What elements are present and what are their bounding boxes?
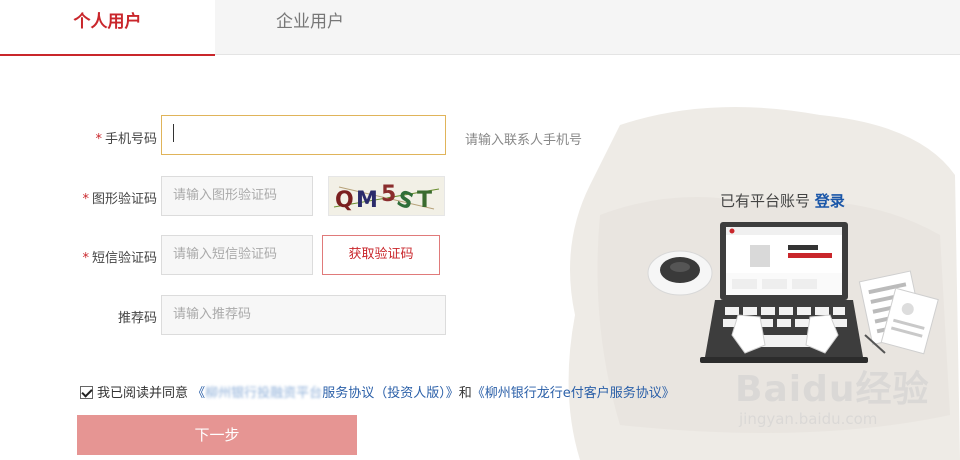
longxing-epay-agreement-link[interactable]: 《柳州银行龙行e付客户服务协议》 xyxy=(472,386,675,401)
login-link[interactable]: 登录 xyxy=(815,192,845,210)
sms-placeholder: 请输入短信验证码 xyxy=(173,247,278,262)
phone-label-text: 手机号码 xyxy=(104,132,157,147)
login-prompt: 已有平台账号 登录 xyxy=(720,190,845,211)
required-mark: * xyxy=(95,132,102,147)
captcha-label: * 图形验证码 xyxy=(37,188,157,207)
agreement-and: 和 xyxy=(458,386,472,401)
svg-text:Q: Q xyxy=(335,188,354,213)
captcha-placeholder: 请输入图形验证码 xyxy=(173,188,278,203)
sms-label-text: 短信验证码 xyxy=(91,251,157,266)
phone-input[interactable] xyxy=(161,115,446,155)
captcha-glyphs: Q M 5 S T xyxy=(333,182,440,215)
referral-placeholder: 请输入推荐码 xyxy=(173,307,252,322)
agreement-line: 我已阅读并同意 《柳州银行投融资平台服务协议（投资人版）》和《柳州银行龙行e付客… xyxy=(80,382,675,401)
referral-label: 推荐码 xyxy=(37,307,157,326)
next-step-button[interactable]: 下一步 xyxy=(77,415,357,455)
get-sms-code-button[interactable]: 获取验证码 xyxy=(322,235,440,275)
sms-code-input[interactable]: 请输入短信验证码 xyxy=(161,235,313,275)
link1-rest: 服务协议（投资人版）》 xyxy=(322,386,459,401)
phone-label: * 手机号码 xyxy=(37,128,157,147)
svg-text:M: M xyxy=(356,188,378,213)
login-prompt-text: 已有平台账号 xyxy=(720,192,811,210)
captcha-label-text: 图形验证码 xyxy=(91,192,157,207)
sms-label: * 短信验证码 xyxy=(37,247,157,266)
baidu-jingyan-watermark: Baidu经验 jingyan.baidu.com xyxy=(735,360,945,445)
svg-text:5: 5 xyxy=(381,182,396,207)
text-caret xyxy=(173,124,174,142)
watermark-sub: jingyan.baidu.com xyxy=(739,410,878,428)
blurred-platform-name: 柳州银行投融资平台 xyxy=(205,386,323,401)
svg-text:S: S xyxy=(393,186,416,215)
required-mark: * xyxy=(82,192,89,207)
referral-label-text: 推荐码 xyxy=(117,311,157,326)
captcha-input[interactable]: 请输入图形验证码 xyxy=(161,176,313,216)
tab-enterprise-user[interactable]: 企业用户 xyxy=(215,0,405,55)
tab-personal-user[interactable]: 个人用户 xyxy=(0,0,215,56)
agreement-checkbox[interactable] xyxy=(80,386,93,399)
link-open-bracket: 《 xyxy=(192,386,206,401)
svg-text:T: T xyxy=(417,188,432,213)
captcha-image[interactable]: Q M 5 S T xyxy=(328,176,445,216)
user-type-tabbar: 个人用户 企业用户 xyxy=(0,0,960,56)
required-mark: * xyxy=(82,251,89,266)
phone-hint: 请输入联系人手机号 xyxy=(465,133,583,148)
watermark-main: Baidu经验 xyxy=(735,369,930,410)
service-agreement-investor-link[interactable]: 《柳州银行投融资平台服务协议（投资人版）》 xyxy=(192,386,459,401)
agreement-prefix: 我已阅读并同意 xyxy=(97,386,189,401)
referral-code-input[interactable]: 请输入推荐码 xyxy=(161,295,446,335)
